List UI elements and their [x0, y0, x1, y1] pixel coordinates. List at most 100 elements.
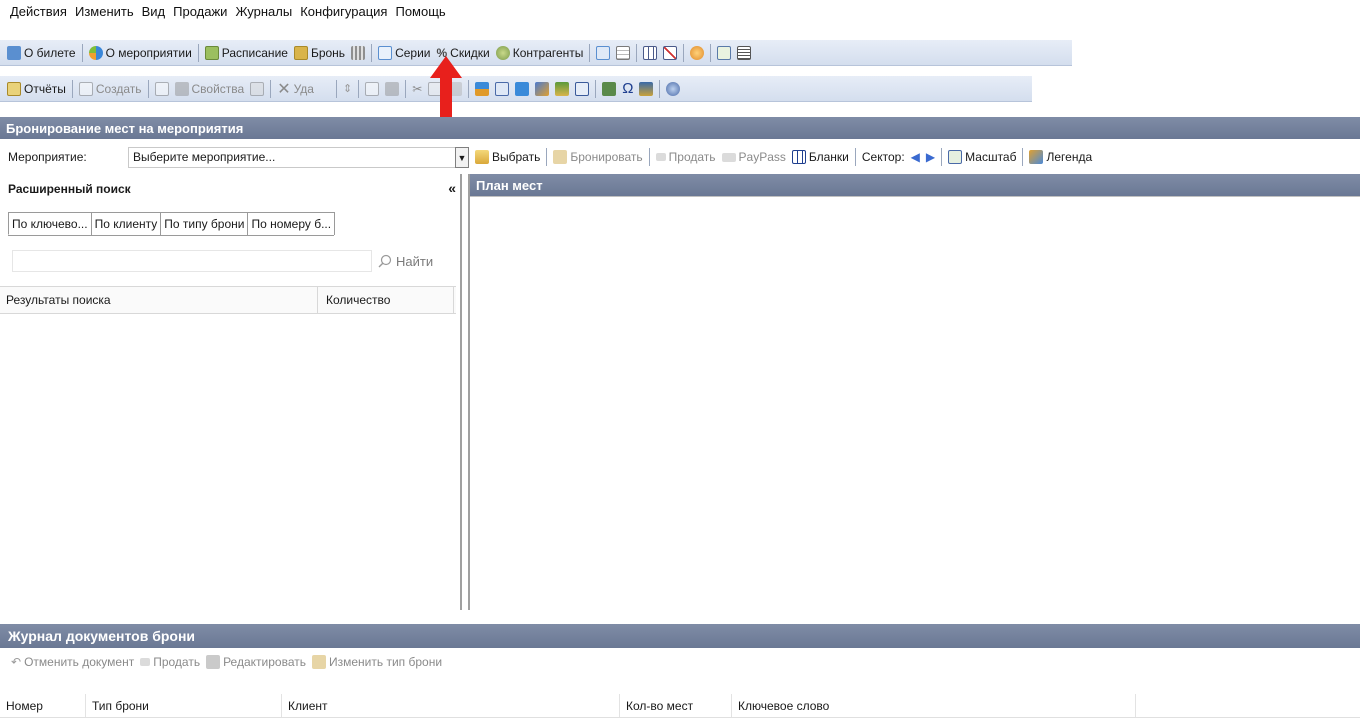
document-button[interactable]	[613, 42, 633, 64]
ticket-info-button[interactable]: О билете	[4, 42, 79, 64]
legend-button[interactable]: Легенда	[1026, 146, 1095, 168]
tab-by-booking-type[interactable]: По типу брони	[160, 212, 249, 235]
panel-splitter[interactable]	[460, 174, 462, 610]
menu-bar: Действия Изменить Вид Продажи Журналы Ко…	[0, 0, 1360, 22]
properties-icon	[174, 81, 189, 96]
tools-button[interactable]	[532, 78, 552, 100]
menu-configuration[interactable]: Конфигурация	[296, 4, 391, 19]
column-client[interactable]: Клиент	[282, 694, 620, 717]
reports-button[interactable]: Отчёты	[4, 78, 69, 100]
book-seats-button[interactable]: Бронировать	[550, 146, 645, 168]
cut-button[interactable]: ✂	[409, 78, 425, 100]
preview-button[interactable]	[362, 78, 382, 100]
secondary-toolbar: Отчёты Создать Свойства ✕ Уда ⇕ ✂ Ω	[0, 76, 1360, 102]
grid-button[interactable]	[640, 42, 660, 64]
paypass-button[interactable]: PayPass	[719, 146, 789, 168]
section-title-bar: Бронирование мест на мероприятия	[0, 117, 1360, 139]
column-seat-count[interactable]: Кол-во мест	[620, 694, 732, 717]
cashier-button[interactable]	[472, 78, 492, 100]
settings-button[interactable]	[663, 78, 683, 100]
schedule-button[interactable]: Расписание	[202, 42, 291, 64]
card-button[interactable]	[492, 78, 512, 100]
select-event-button[interactable]: Выбрать	[472, 146, 543, 168]
layout-button[interactable]	[734, 42, 754, 64]
select-event-label: Выбрать	[492, 150, 541, 164]
blanks-button[interactable]: Бланки	[789, 146, 852, 168]
event-info-button[interactable]: О мероприятии	[86, 42, 195, 64]
layout-icon	[737, 45, 752, 60]
calendar-button[interactable]	[599, 78, 619, 100]
sell-button[interactable]: Продать	[653, 146, 719, 168]
change-booking-type-button[interactable]: Изменить тип брони	[309, 651, 445, 673]
menu-sales[interactable]: Продажи	[169, 4, 231, 19]
count-column-header[interactable]: Количество	[318, 287, 454, 313]
properties-button[interactable]: Свойства	[172, 78, 248, 100]
menu-help[interactable]: Помощь	[391, 4, 449, 19]
journal-sell-button[interactable]: Продать	[137, 651, 203, 673]
seat-plan-canvas[interactable]	[470, 196, 1360, 610]
journal-sell-label: Продать	[153, 655, 201, 669]
tab-by-booking-number[interactable]: По номеру б...	[247, 212, 336, 235]
window-button[interactable]	[247, 78, 267, 100]
create-icon	[78, 81, 93, 96]
paypass-icon	[721, 152, 736, 162]
edit-icon	[206, 655, 221, 669]
archive-button[interactable]	[636, 78, 656, 100]
column-booking-type[interactable]: Тип брони	[86, 694, 282, 717]
smile-icon	[690, 45, 705, 60]
booking-button[interactable]: Бронь	[291, 42, 348, 64]
network-button[interactable]	[512, 78, 532, 100]
edit-button[interactable]: Редактировать	[203, 651, 309, 673]
report-form-icon	[596, 45, 611, 60]
refresh-button[interactable]: ⇕	[340, 78, 355, 100]
checkbox-button[interactable]	[714, 42, 734, 64]
schedule-icon	[204, 45, 219, 60]
event-selector-row: Мероприятие: Выберите мероприятие... ▼ В…	[0, 143, 1360, 171]
reports-label: Отчёты	[24, 81, 66, 96]
sector-prev-button[interactable]: ◀	[908, 146, 923, 168]
series-button[interactable]: Серии	[375, 42, 433, 64]
column-number[interactable]: Номер	[0, 694, 86, 717]
checklist-button[interactable]	[152, 78, 172, 100]
print-button[interactable]	[382, 78, 402, 100]
refresh-icon: ⇕	[342, 83, 353, 95]
delete-button[interactable]: ✕ Уда	[274, 78, 317, 100]
column-keyword[interactable]: Ключевое слово	[732, 694, 1136, 717]
event-combobox[interactable]: Выберите мероприятие...	[128, 147, 469, 168]
omega-button[interactable]: Ω	[619, 78, 636, 100]
report-form-button[interactable]	[593, 42, 613, 64]
menu-actions[interactable]: Действия	[6, 4, 71, 19]
find-label: Найти	[396, 253, 434, 269]
menu-journals[interactable]: Журналы	[231, 4, 296, 19]
event-label: Мероприятие:	[8, 150, 87, 164]
seats-button[interactable]	[348, 42, 368, 64]
event-combobox-value: Выберите мероприятие...	[133, 150, 276, 164]
preview-icon	[365, 81, 380, 96]
create-button[interactable]: Создать	[76, 78, 145, 100]
collapse-panel-button[interactable]: «	[448, 180, 456, 196]
seat-plan-header: План мест	[470, 174, 1360, 196]
search-input[interactable]	[12, 250, 372, 272]
cancel-document-button[interactable]: ↶ Отменить документ	[8, 651, 137, 673]
scale-button[interactable]: Масштаб	[945, 146, 1019, 168]
section-title: Бронирование мест на мероприятия	[6, 120, 244, 136]
export-button[interactable]	[552, 78, 572, 100]
sell-icon	[655, 153, 666, 161]
menu-view[interactable]: Вид	[138, 4, 170, 19]
legend-icon	[1029, 150, 1044, 164]
results-column-header[interactable]: Результаты поиска	[0, 287, 318, 313]
find-button[interactable]: Найти	[378, 250, 433, 272]
menu-edit[interactable]: Изменить	[71, 4, 138, 19]
tab-by-keyword[interactable]: По ключево...	[8, 212, 92, 235]
sell-label: Продать	[668, 150, 716, 164]
contractors-button[interactable]: Контрагенты	[493, 42, 587, 64]
smile-button[interactable]	[687, 42, 707, 64]
table-x-button[interactable]	[660, 42, 680, 64]
event-info-icon	[88, 45, 103, 60]
sector-next-button[interactable]: ▶	[923, 146, 938, 168]
booking-icon	[293, 45, 308, 60]
calculator-button[interactable]	[572, 78, 592, 100]
tab-by-client[interactable]: По клиенту	[90, 212, 162, 235]
cashier-icon	[475, 81, 490, 96]
event-dropdown-button[interactable]: ▼	[455, 147, 469, 168]
